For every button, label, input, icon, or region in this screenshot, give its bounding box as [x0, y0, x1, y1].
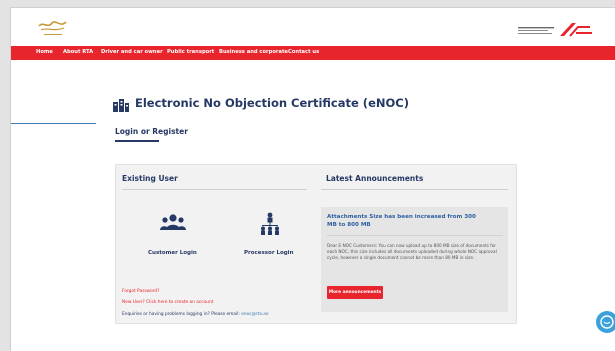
- customer-login-link[interactable]: Customer Login: [148, 250, 197, 256]
- chat-button[interactable]: [596, 311, 615, 333]
- nav-item-contact-us[interactable]: Contact us: [288, 49, 319, 55]
- active-tab-indicator: [115, 140, 159, 142]
- nav-item-about-rta[interactable]: About RTA: [63, 49, 93, 55]
- enoc-building-icon: [113, 99, 129, 112]
- customer-group-icon[interactable]: [160, 213, 186, 233]
- announcement-separator: [327, 235, 503, 236]
- tab-login-or-register[interactable]: Login or Register: [115, 127, 188, 136]
- nav-item-business-and-corporate[interactable]: Business and corporate: [219, 49, 288, 55]
- page-title: Electronic No Objection Certificate (eNO…: [135, 96, 409, 110]
- site-header: [11, 8, 615, 46]
- login-card: Existing User Customer Login Processor L…: [115, 164, 517, 324]
- chat-icon: [600, 315, 614, 329]
- decorative-divider: [11, 123, 96, 124]
- announcements-divider: [321, 189, 508, 190]
- announcement-headline[interactable]: Attachments Size has been increased from…: [327, 214, 477, 229]
- main-navigation: Home About RTA Driver and car owner Publ…: [11, 46, 615, 60]
- more-announcements-button[interactable]: More announcements: [327, 286, 383, 299]
- government-of-dubai-logo[interactable]: [36, 17, 70, 39]
- create-account-link[interactable]: New User? Click here to create an accoun…: [122, 300, 213, 305]
- browser-viewport: Home About RTA Driver and car owner Publ…: [10, 7, 615, 351]
- nav-item-driver-and-car-owner[interactable]: Driver and car owner: [101, 49, 163, 55]
- enquiry-email-link[interactable]: enoc@rta.ae: [241, 312, 268, 317]
- rta-logo[interactable]: [516, 20, 596, 40]
- processor-hierarchy-icon[interactable]: [259, 212, 281, 236]
- existing-user-title: Existing User: [122, 174, 178, 183]
- announcements-title: Latest Announcements: [326, 174, 424, 183]
- processor-login-link[interactable]: Processor Login: [244, 250, 294, 256]
- nav-item-public-transport[interactable]: Public transport: [167, 49, 214, 55]
- nav-item-home[interactable]: Home: [36, 49, 53, 55]
- announcement-body: Dear E-NOC Customers: You can now upload…: [327, 243, 497, 260]
- enquiry-text: Enquiries or having problems logging in?…: [122, 312, 240, 317]
- existing-user-divider: [122, 189, 307, 190]
- announcement-panel: Attachments Size has been increased from…: [321, 207, 508, 312]
- forgot-password-link[interactable]: Forgot Password?: [122, 289, 159, 294]
- enquiry-line: Enquiries or having problems logging in?…: [122, 312, 269, 317]
